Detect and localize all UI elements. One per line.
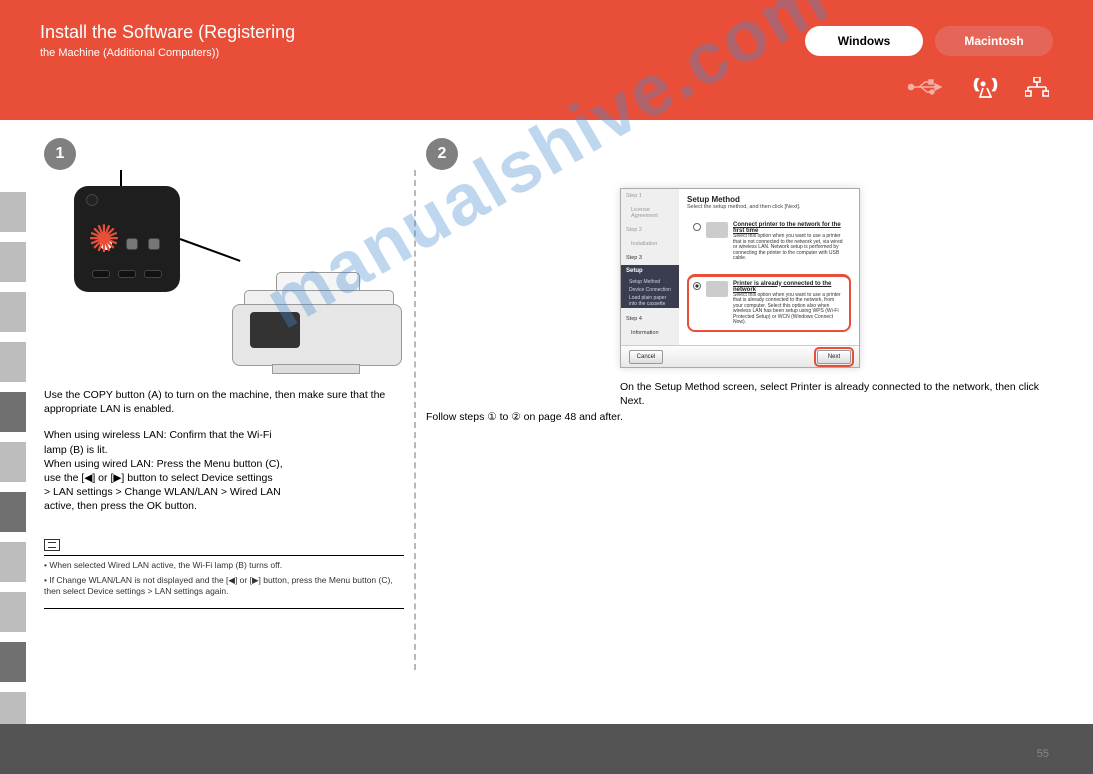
sidebar-setup-method: Setup Method <box>621 278 679 286</box>
sidebar-step4: Step 4 <box>621 312 679 326</box>
side-tab-8[interactable] <box>0 542 26 582</box>
wireless-icon: (•) <box>973 76 999 103</box>
step-1-text-2: When using wireless LAN: Confirm that th… <box>44 428 404 513</box>
sidebar-setup-group: Setup <box>621 265 679 278</box>
sidebar-device-connection: Device Connection <box>621 286 679 294</box>
dialog-footer: Cancel Next <box>621 345 859 367</box>
sidebar-step3: Step 3 <box>621 251 679 265</box>
option1-desc: Select this option when you want to use … <box>733 234 845 262</box>
side-tab-3[interactable] <box>0 292 26 332</box>
side-tab-10[interactable] <box>0 642 26 682</box>
side-tab-2[interactable] <box>0 242 26 282</box>
step-2-text: Follow steps ① to ② on page 48 and after… <box>426 410 626 424</box>
side-tab-9[interactable] <box>0 592 26 632</box>
panel-slot-2 <box>118 270 136 278</box>
sidebar-load-paper: Load plain paper into the cassette <box>621 294 679 308</box>
step-3-text: On the Setup Method screen, select Print… <box>620 380 1050 408</box>
wired-lan-icon <box>1025 77 1049 102</box>
svg-text:): ) <box>993 77 997 91</box>
page-number: 55 <box>1037 748 1049 760</box>
notes-book-icon <box>44 539 60 551</box>
vertical-divider <box>414 170 416 670</box>
os-windows-pill[interactable]: Windows <box>805 26 923 56</box>
panel-slot-1 <box>92 270 110 278</box>
note-1: • When selected Wired LAN active, the Wi… <box>44 560 404 571</box>
page-header: Install the Software (Registering the Ma… <box>0 0 1093 120</box>
step-2-badge: 2 <box>426 138 458 170</box>
dialog-main: Setup Method Select the setup method, an… <box>679 189 859 345</box>
option2-thumb-icon <box>706 281 728 297</box>
panel-slot-3 <box>144 270 162 278</box>
step-1-text-1: Use the COPY button (A) to turn on the m… <box>44 388 404 416</box>
header-title-l2: the Machine (Additional Computers)) <box>40 47 295 59</box>
dialog-hint: Select the setup method, and then click … <box>687 204 851 210</box>
svg-text:(: ( <box>974 77 978 91</box>
side-tab-6[interactable] <box>0 442 26 482</box>
column-step-2: 2 Follow steps ① to ② on page 48 and aft… <box>426 138 626 424</box>
option-already-connected[interactable]: Printer is already connected to the netw… <box>687 274 851 332</box>
option-first-time[interactable]: Connect printer to the network for the f… <box>687 216 851 268</box>
device-illustration <box>74 186 364 376</box>
column-step-1: 1 Use the COPY button (A) to turn on the… <box>44 138 404 609</box>
usb-icon <box>907 79 947 100</box>
sidebar-license: License Agreement <box>621 203 679 223</box>
side-tab-4[interactable] <box>0 342 26 382</box>
side-tab-7[interactable] <box>0 492 26 532</box>
setup-method-dialog: Step 1 License Agreement Step 2 Installa… <box>620 188 860 368</box>
printer-icon <box>232 256 422 376</box>
radio-selected-icon <box>693 282 701 290</box>
column-step-3: Step 1 License Agreement Step 2 Installa… <box>620 138 1050 408</box>
os-selector: Windows Macintosh <box>805 26 1053 56</box>
header-title-l1: Install the Software (Registering <box>40 22 295 42</box>
sidebar-installation: Installation <box>621 237 679 251</box>
dialog-sidebar: Step 1 License Agreement Step 2 Installa… <box>621 189 679 367</box>
sidebar-step1: Step 1 <box>621 189 679 203</box>
sidebar-step2: Step 2 <box>621 223 679 237</box>
next-button[interactable]: Next <box>817 350 851 364</box>
notes-heading <box>44 539 404 556</box>
notes-end-rule <box>44 608 404 609</box>
option2-title: Printer is already connected to the netw… <box>733 281 831 293</box>
side-tab-5[interactable] <box>0 392 26 432</box>
side-tabs <box>0 192 26 732</box>
panel-icon-3 <box>148 238 160 250</box>
operation-panel <box>74 186 180 292</box>
option1-thumb-icon <box>706 222 728 238</box>
copy-button-highlight-icon <box>90 228 122 260</box>
side-tab-1[interactable] <box>0 192 26 232</box>
step-1-badge: 1 <box>44 138 76 170</box>
panel-button-icon <box>86 194 98 206</box>
os-macintosh-pill[interactable]: Macintosh <box>935 26 1053 56</box>
page-footer-bar <box>0 724 1093 774</box>
option2-desc: Select this option when you want to use … <box>733 293 845 326</box>
panel-icon-2 <box>126 238 138 250</box>
connection-icons: (•) <box>907 76 1049 103</box>
header-title: Install the Software (Registering the Ma… <box>40 22 295 59</box>
cancel-button[interactable]: Cancel <box>629 350 663 364</box>
radio-unselected-icon <box>693 223 701 231</box>
note-2: • If Change WLAN/LAN is not displayed an… <box>44 575 404 597</box>
dialog-title: Setup Method <box>687 195 851 204</box>
sidebar-information: Information <box>621 326 679 340</box>
